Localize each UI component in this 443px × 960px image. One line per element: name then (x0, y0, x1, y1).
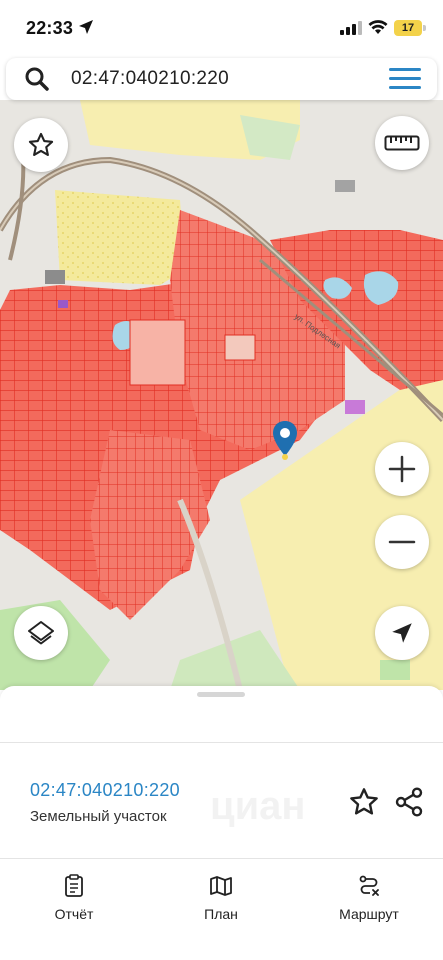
search-bar[interactable]: 02:47:040210:220 (6, 58, 437, 100)
nav-item-route[interactable]: Маршрут (314, 874, 424, 922)
cellular-signal-icon (340, 21, 362, 35)
nav-item-report[interactable]: Отчёт (19, 874, 129, 922)
plot-type: Земельный участок (30, 808, 167, 825)
status-time: 22:33 (26, 18, 74, 38)
ruler-icon (384, 135, 420, 151)
cadastral-number[interactable]: 02:47:040210:220 (30, 780, 180, 801)
watermark-logo: циан (210, 784, 306, 828)
drag-handle[interactable] (197, 692, 245, 697)
battery-tip (423, 25, 426, 31)
ruler-button[interactable] (375, 116, 429, 170)
nav-label-report: Отчёт (54, 906, 94, 922)
map-view[interactable]: ул. Подлесная (0, 100, 443, 690)
map-pin-icon[interactable] (272, 420, 298, 460)
search-input[interactable]: 02:47:040210:220 (71, 68, 229, 90)
star-icon[interactable] (348, 786, 380, 818)
sheet-bottom-divider (0, 858, 443, 859)
status-bar: 22:33 17 (0, 0, 443, 56)
bottom-nav: Отчёт План Маршрут (0, 866, 443, 960)
share-icon[interactable] (393, 786, 425, 818)
nav-item-plan[interactable]: План (166, 874, 276, 922)
parcel-info-sheet[interactable]: циан 02:47:040210:220 Земельный участок (0, 686, 443, 866)
location-arrow-icon (79, 20, 93, 34)
zoom-out-button[interactable] (375, 515, 429, 569)
menu-icon[interactable] (389, 68, 421, 90)
plus-icon (388, 455, 416, 483)
map-canvas[interactable] (0, 100, 443, 690)
sheet-divider (0, 742, 443, 743)
report-icon (65, 874, 83, 897)
route-icon (359, 875, 379, 896)
favorite-map-button[interactable] (14, 118, 68, 172)
layers-button[interactable] (14, 606, 68, 660)
battery-indicator: 17 (394, 20, 422, 36)
layers-icon (28, 621, 54, 645)
zoom-in-button[interactable] (375, 442, 429, 496)
search-icon[interactable] (24, 66, 50, 92)
wifi-icon (368, 20, 388, 34)
map-plan-icon (210, 876, 232, 896)
minus-icon (388, 540, 416, 544)
navigation-arrow-icon (392, 623, 412, 643)
locate-button[interactable] (375, 606, 429, 660)
star-icon (28, 132, 54, 156)
nav-label-plan: План (204, 906, 238, 922)
nav-label-route: Маршрут (339, 906, 399, 922)
